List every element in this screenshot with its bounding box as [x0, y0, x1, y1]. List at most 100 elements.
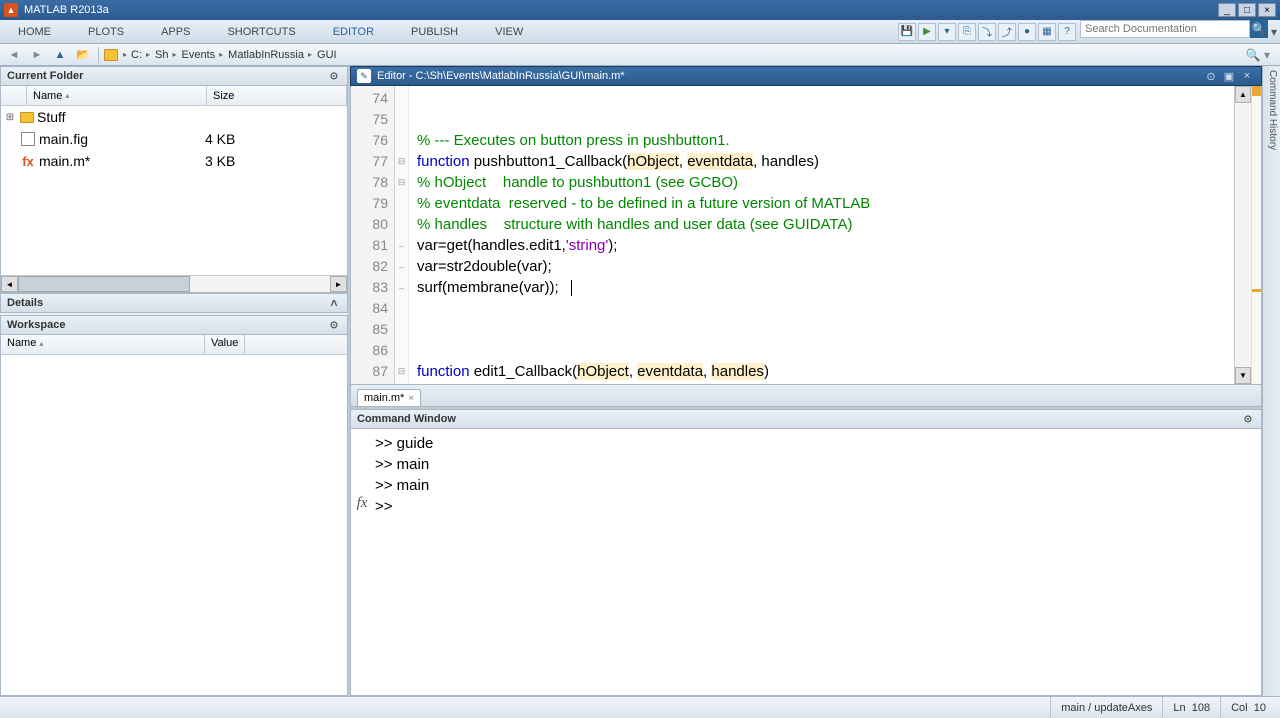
line-number[interactable]: 81	[351, 235, 394, 256]
breadcrumb-item[interactable]: GUI	[317, 49, 337, 61]
breadcrumb-item[interactable]: Sh▸	[155, 49, 178, 61]
code-line[interactable]	[417, 109, 1226, 130]
panel-menu-button[interactable]: ⊙	[1241, 412, 1255, 426]
help-button[interactable]: ?	[1058, 23, 1076, 41]
code-line[interactable]: surf(membrane(var));	[417, 277, 1226, 298]
tab-view[interactable]: VIEW	[477, 20, 542, 43]
panel-menu-button[interactable]: ⊙	[327, 69, 341, 83]
panel-menu-button[interactable]: ⊙	[327, 318, 341, 332]
breadcrumb-root[interactable]: ▸C:▸	[121, 49, 152, 61]
line-number[interactable]: 78	[351, 172, 394, 193]
code-line[interactable]: var=str2double(var);	[417, 256, 1226, 277]
close-button[interactable]: ×	[1258, 3, 1276, 17]
size-column[interactable]: Size	[207, 86, 347, 105]
fold-toggle[interactable]: ⊟	[395, 361, 408, 382]
code-line[interactable]: % --- Executes on button press in pushbu…	[417, 130, 1226, 151]
fold-toggle[interactable]	[395, 340, 408, 361]
search-button[interactable]: 🔍	[1250, 20, 1268, 38]
run-dropdown[interactable]: ▾	[938, 23, 956, 41]
fold-toggle[interactable]: –	[395, 256, 408, 277]
name-column[interactable]: Name ▴	[27, 86, 207, 105]
back-button[interactable]: ◄	[4, 46, 24, 64]
scroll-right-button[interactable]: ►	[330, 276, 347, 292]
breadcrumb-item[interactable]: MatlabInRussia▸	[228, 49, 314, 61]
code-line[interactable]	[417, 298, 1226, 319]
code-line[interactable]: function pushbutton1_Callback(hObject, e…	[417, 151, 1226, 172]
scroll-left-button[interactable]: ◄	[1, 276, 18, 292]
step-in-button[interactable]: ⤵	[978, 23, 996, 41]
line-number[interactable]: 77	[351, 151, 394, 172]
editor-maximize-button[interactable]: ▣	[1221, 69, 1237, 83]
save-button[interactable]: 💾	[898, 23, 916, 41]
editor-close-button[interactable]: ×	[1239, 69, 1255, 83]
message-bar[interactable]	[1251, 86, 1261, 384]
browse-button[interactable]: 📂	[73, 46, 93, 64]
fold-toggle[interactable]	[395, 88, 408, 109]
ws-name-column[interactable]: Name ▴	[1, 335, 205, 354]
line-number[interactable]: 87	[351, 361, 394, 382]
line-number[interactable]: 83	[351, 277, 394, 298]
tab-editor[interactable]: EDITOR	[315, 20, 393, 43]
line-number[interactable]: 84	[351, 298, 394, 319]
scroll-up-button[interactable]: ▲	[1235, 86, 1251, 103]
editor-vertical-scrollbar[interactable]: ▲ ▼	[1234, 86, 1251, 384]
toolstrip-collapse-button[interactable]: ▾	[1268, 20, 1280, 43]
scroll-down-button[interactable]: ▼	[1235, 367, 1251, 384]
breakpoint-button[interactable]: ●	[1018, 23, 1036, 41]
code-line[interactable]: function edit1_Callback(hObject, eventda…	[417, 361, 1226, 382]
command-window-body[interactable]: fx >> guide>> main>> main>>	[350, 429, 1262, 696]
file-row[interactable]: fx main.m* 3 KB	[1, 150, 347, 172]
details-expand-button[interactable]: ˄	[327, 296, 341, 310]
fold-toggle[interactable]: ⊟	[395, 151, 408, 172]
up-button[interactable]: ▲	[50, 46, 70, 64]
ws-value-column[interactable]: Value	[205, 335, 245, 354]
line-number[interactable]: 79	[351, 193, 394, 214]
step-button[interactable]: ⎘	[958, 23, 976, 41]
fold-toggle[interactable]	[395, 109, 408, 130]
minimize-button[interactable]: _	[1218, 3, 1236, 17]
fold-toggle[interactable]	[395, 319, 408, 340]
command-lines[interactable]: >> guide>> main>> main>>	[373, 429, 1261, 695]
line-number[interactable]: 76	[351, 130, 394, 151]
fold-toggle[interactable]: ⊟	[395, 172, 408, 193]
icon-column[interactable]	[1, 86, 27, 105]
code-line[interactable]: var=get(handles.edit1,'string');	[417, 235, 1226, 256]
fold-toggle[interactable]	[395, 298, 408, 319]
fold-column[interactable]: ⊟⊟–––⊟	[395, 86, 409, 384]
file-row[interactable]: main.fig 4 KB	[1, 128, 347, 150]
editor-file-tab[interactable]: main.m* ×	[357, 389, 421, 406]
editor-dock-button[interactable]: ⊙	[1203, 69, 1219, 83]
line-number[interactable]: 86	[351, 340, 394, 361]
line-number[interactable]: 82	[351, 256, 394, 277]
fx-button[interactable]: fx	[357, 495, 368, 512]
layout-button[interactable]: ▦	[1038, 23, 1056, 41]
line-number[interactable]: 75	[351, 109, 394, 130]
code-line[interactable]: % eventdata reserved - to be defined in …	[417, 193, 1226, 214]
step-out-button[interactable]: ⤴	[998, 23, 1016, 41]
current-folder-body[interactable]: ⊞ Stuff main.fig 4 KB fx main.m* 3 KB	[1, 106, 347, 275]
breadcrumb-item[interactable]: Events▸	[182, 49, 226, 61]
horizontal-scrollbar[interactable]: ◄ ►	[1, 275, 347, 292]
code-analyzer-indicator[interactable]	[1252, 86, 1261, 96]
details-header[interactable]: Details ˄	[0, 293, 348, 313]
warning-marker[interactable]	[1252, 289, 1261, 292]
maximize-button[interactable]: □	[1238, 3, 1256, 17]
code-line[interactable]: % handles structure with handles and use…	[417, 214, 1226, 235]
command-history-tab[interactable]: Command History	[1262, 66, 1280, 696]
code-line[interactable]	[417, 319, 1226, 340]
fold-toggle[interactable]	[395, 193, 408, 214]
tab-home[interactable]: HOME	[0, 20, 70, 43]
fold-toggle[interactable]: –	[395, 235, 408, 256]
search-documentation-input[interactable]	[1080, 20, 1250, 38]
line-number[interactable]: 85	[351, 319, 394, 340]
address-search-button[interactable]: 🔍 ▾	[1240, 48, 1276, 62]
code-line[interactable]	[417, 340, 1226, 361]
tab-plots[interactable]: PLOTS	[70, 20, 143, 43]
tab-close-button[interactable]: ×	[408, 393, 414, 404]
tab-publish[interactable]: PUBLISH	[393, 20, 477, 43]
tab-apps[interactable]: APPS	[143, 20, 209, 43]
fold-toggle[interactable]	[395, 214, 408, 235]
code-line[interactable]	[417, 88, 1226, 109]
scroll-thumb[interactable]	[18, 276, 190, 292]
line-number[interactable]: 74	[351, 88, 394, 109]
